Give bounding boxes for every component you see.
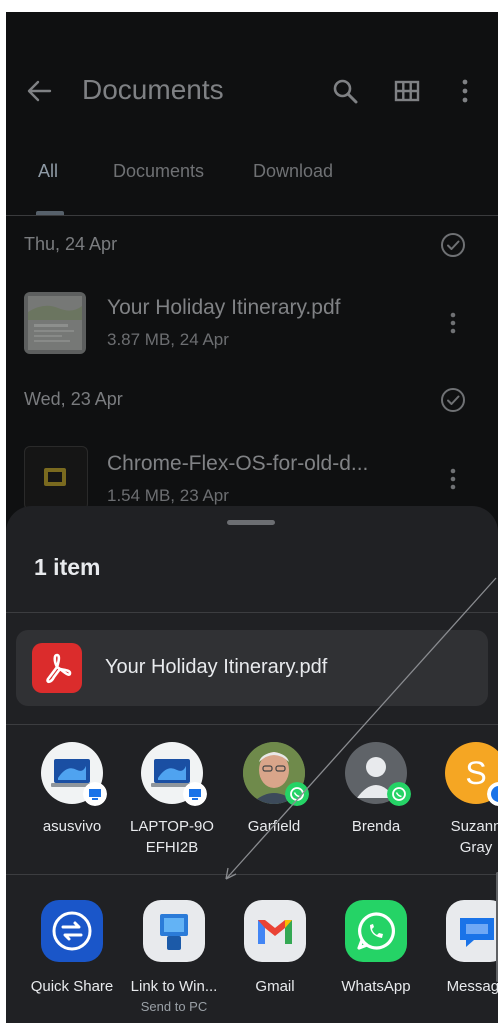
app-bar: Documents <box>6 12 498 162</box>
app-label: Gmail <box>255 978 295 995</box>
contact-name: LAPTOP-9O EFHI2B <box>130 818 214 856</box>
date-header: Thu, 24 Apr <box>24 234 118 254</box>
pdf-file-icon <box>32 643 82 693</box>
contact-suzann[interactable]: S Suzann Gray <box>426 742 498 858</box>
app-quick-share[interactable]: Quick Share <box>21 900 123 995</box>
app-sublabel: Send to PC <box>140 999 208 1014</box>
file-meta: 1.54 MB, 23 Apr <box>107 486 229 505</box>
avatar <box>41 742 107 806</box>
screen: Documents All Documents Download Thu, 24… <box>6 12 498 1023</box>
app-messages[interactable]: Message <box>426 900 498 995</box>
contact-name: Garfield <box>247 818 301 835</box>
gmail-icon <box>244 900 306 962</box>
app-label: Message <box>446 978 498 995</box>
avatar <box>345 742 411 806</box>
tab-indicator <box>36 211 64 215</box>
avatar <box>243 742 309 806</box>
whatsapp-badge-icon <box>387 782 411 806</box>
search-icon[interactable] <box>332 78 358 104</box>
drag-handle[interactable] <box>227 520 275 525</box>
avatar <box>141 742 207 806</box>
app-gmail[interactable]: Gmail <box>224 900 326 995</box>
sheet-title: 1 item <box>34 554 101 580</box>
contact-name: asusvivo <box>42 818 102 835</box>
more-vert-icon[interactable] <box>458 78 472 104</box>
messages-badge-icon <box>487 782 498 806</box>
windows-link-badge-icon <box>183 782 207 806</box>
grid-view-icon[interactable] <box>394 78 420 104</box>
windows-link-badge-icon <box>83 782 107 806</box>
messages-icon <box>446 900 498 962</box>
avatar: S <box>445 742 498 806</box>
share-sheet: 1 item Your Holiday Itinerary.pdf asusvi… <box>6 506 498 1023</box>
whatsapp-badge-icon <box>285 782 309 806</box>
scrollbar[interactable] <box>496 872 498 982</box>
page-title: Documents <box>82 74 224 105</box>
shared-file-name: Your Holiday Itinerary.pdf <box>105 656 328 678</box>
select-group-check-icon[interactable] <box>440 232 466 258</box>
shared-file-card: Your Holiday Itinerary.pdf <box>16 630 488 706</box>
tab-documents[interactable]: Documents <box>113 161 204 182</box>
file-meta: 3.87 MB, 24 Apr <box>107 330 229 349</box>
contact-brenda[interactable]: Brenda <box>326 742 426 837</box>
file-thumbnail[interactable] <box>24 446 88 510</box>
contact-name: Suzann Gray <box>450 818 498 856</box>
contact-garfield[interactable]: Garfield <box>224 742 324 837</box>
more-vert-icon[interactable] <box>446 310 460 336</box>
tab-download[interactable]: Download <box>253 161 333 182</box>
contact-laptop[interactable]: LAPTOP-9O EFHI2B <box>122 742 222 858</box>
file-name[interactable]: Chrome-Flex-OS-for-old-d... <box>107 452 368 476</box>
tab-bar: All Documents Download <box>6 157 498 216</box>
slides-icon <box>44 468 66 486</box>
file-name[interactable]: Your Holiday Itinerary.pdf <box>107 296 340 320</box>
contact-name: Brenda <box>351 818 401 835</box>
pdf-preview-image <box>24 292 86 354</box>
app-label: Quick Share <box>30 978 114 995</box>
date-header: Wed, 23 Apr <box>24 389 123 409</box>
divider <box>6 612 498 613</box>
quick-share-icon <box>41 900 103 962</box>
select-group-check-icon[interactable] <box>440 387 466 413</box>
tab-all[interactable]: All <box>38 161 58 182</box>
app-whatsapp[interactable]: WhatsApp <box>325 900 427 995</box>
link-to-windows-icon <box>143 900 205 962</box>
app-link-to-windows[interactable]: Link to Win... Send to PC <box>123 900 225 1014</box>
more-vert-icon[interactable] <box>446 466 460 492</box>
arrow-back-icon[interactable] <box>26 78 52 104</box>
whatsapp-icon <box>345 900 407 962</box>
app-label: Link to Win... <box>130 978 218 995</box>
file-thumbnail[interactable] <box>24 292 86 354</box>
divider <box>6 724 498 725</box>
divider <box>6 874 498 875</box>
app-label: WhatsApp <box>341 978 411 995</box>
contact-asusvivo[interactable]: asusvivo <box>22 742 122 837</box>
avatar-initial: S <box>465 754 487 791</box>
